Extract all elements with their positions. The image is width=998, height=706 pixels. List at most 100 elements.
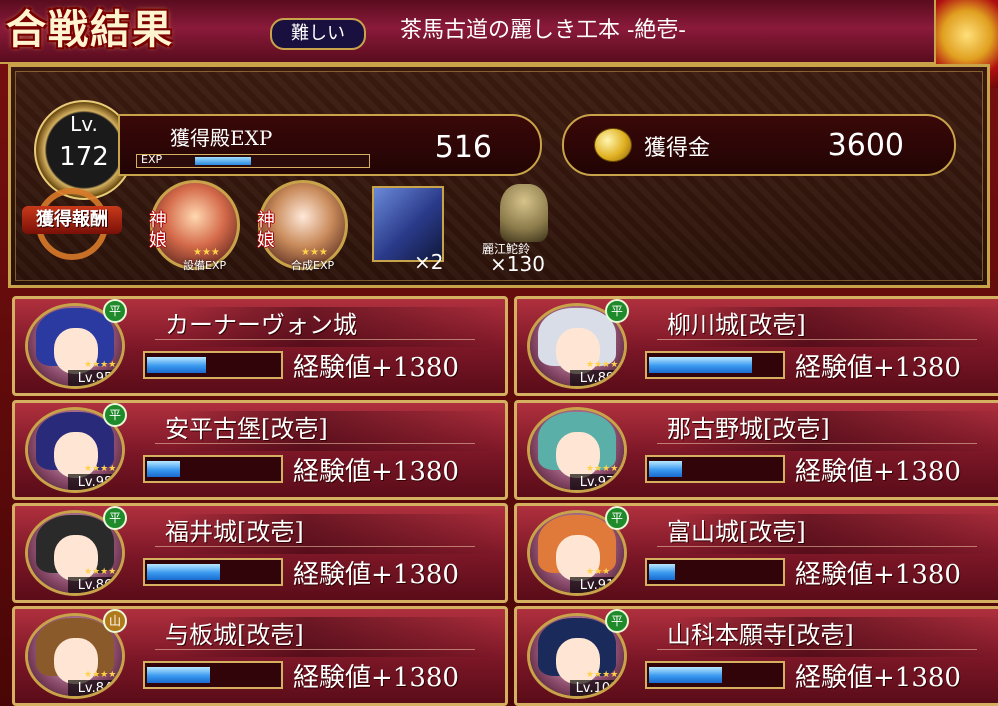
castle-exp-bar-fill <box>649 357 752 373</box>
rarity-stars: ★★★ <box>586 567 611 577</box>
castle-level: Lv.86 <box>68 577 122 593</box>
rarity-stars: ★★★★★ <box>84 567 125 577</box>
castle-card[interactable]: ★★★ Lv.91 改 平 富山城[改壱] 経験値+1380 <box>514 503 998 603</box>
reward-badge: 獲得報酬 <box>22 188 122 260</box>
castle-name: 富山城[改壱] <box>667 518 806 546</box>
result-title: 合戦結果 <box>6 6 174 53</box>
name-divider <box>657 546 977 547</box>
castle-name: 福井城[改壱] <box>165 518 304 546</box>
rarity-stars: ★★★★ <box>586 464 619 474</box>
difficulty-badge: 難しい <box>270 18 366 50</box>
gold-value: 3600 <box>827 128 904 163</box>
shinko-kanji: 神娘 <box>149 210 167 251</box>
name-divider <box>155 339 475 340</box>
lord-exp-value: 516 <box>434 130 492 165</box>
castle-exp-bar-fill <box>649 667 722 683</box>
lord-exp-panel: 獲得殿EXP 516 EXP <box>118 114 542 176</box>
castle-card[interactable]: ★★★★ Lv.97 改 那古野城[改壱] 経験値+1380 <box>514 400 998 500</box>
castle-exp-bar <box>645 351 785 379</box>
castle-name: 与板城[改壱] <box>165 621 304 649</box>
kai-mark: 改 <box>544 380 558 386</box>
castle-exp-bar-fill <box>147 667 210 683</box>
lord-exp-title: 獲得殿EXP <box>170 126 273 150</box>
castle-exp-bar <box>143 661 283 689</box>
kai-mark: 改 <box>544 690 558 696</box>
rarity-stars: ★★★★ <box>84 360 117 370</box>
castle-type-badge: 平 <box>103 506 127 530</box>
kai-mark: 改 <box>42 690 56 696</box>
castle-name: カーナーヴォン城 <box>165 311 357 339</box>
castle-name: 山科本願寺[改壱] <box>667 621 854 649</box>
rarity-stars: ★★★★ <box>586 360 619 370</box>
castle-exp-bar <box>645 558 785 586</box>
castle-level: Lv.91 <box>570 577 624 593</box>
castle-type-badge: 平 <box>605 609 629 633</box>
name-divider <box>155 443 475 444</box>
castle-portrait: ★★★★ Lv.97 改 <box>527 407 627 493</box>
castle-type-badge: 平 <box>103 299 127 323</box>
castle-type-badge: 平 <box>605 299 629 323</box>
castle-level: Lv.97 <box>570 474 624 490</box>
name-divider <box>657 339 977 340</box>
castle-card[interactable]: ★★★★★ Lv.86 改 平 福井城[改壱] 経験値+1380 <box>12 503 508 603</box>
reward-shinko-equip-exp[interactable]: 神娘 ★★★ 設備EXP <box>149 180 240 272</box>
kai-mark: 改 <box>544 587 558 593</box>
castle-card[interactable]: ★★★★ Lv.89 改 平 柳川城[改壱] 経験値+1380 <box>514 296 998 396</box>
castle-exp-gain: 経験値+1380 <box>795 457 961 487</box>
gold-panel: 獲得金 3600 <box>562 114 956 176</box>
reward-caption: 設備EXP <box>183 259 227 272</box>
castle-exp-bar-fill <box>649 461 682 477</box>
castle-exp-gain: 経験値+1380 <box>795 663 961 693</box>
castle-level: Lv.95 <box>68 370 122 386</box>
castle-exp-bar-fill <box>147 357 206 373</box>
book-count: ×2 <box>414 250 444 274</box>
lord-exp-bar: EXP <box>136 153 370 168</box>
lord-exp-bar-fill <box>195 157 251 165</box>
kai-mark: 改 <box>544 484 558 490</box>
kai-mark: 改 <box>42 587 56 593</box>
castle-name: 柳川城[改壱] <box>667 311 806 339</box>
name-divider <box>657 649 977 650</box>
castle-level: Lv.84 <box>68 680 122 696</box>
name-divider <box>155 546 475 547</box>
gold-coin-icon <box>594 128 632 162</box>
kai-mark: 改 <box>42 484 56 490</box>
bell-count: ×130 <box>490 252 545 276</box>
rarity-stars: ★★★★ <box>84 464 117 474</box>
castle-card[interactable]: ★★★★ Lv.98 改 平 安平古堡[改壱] 経験値+1380 <box>12 400 508 500</box>
gold-label: 獲得金 <box>644 136 711 161</box>
name-divider <box>155 649 475 650</box>
castle-level: Lv.101 <box>570 680 624 696</box>
castle-exp-bar-fill <box>147 461 180 477</box>
reward-label: 獲得報酬 <box>22 206 122 234</box>
castle-level: Lv.89 <box>570 370 624 386</box>
castle-card[interactable]: ★★★★ Lv.101 改 平 山科本願寺[改壱] 経験値+1380 <box>514 606 998 706</box>
castle-exp-bar <box>143 558 283 586</box>
result-header: 合戦結果 難しい 茶馬古道の麗しき工本 -絶壱- <box>0 0 998 88</box>
castle-exp-bar-fill <box>649 564 675 580</box>
castle-level: Lv.98 <box>68 474 122 490</box>
rarity-stars: ★★★★ <box>84 670 117 680</box>
castle-exp-gain: 経験値+1380 <box>795 353 961 383</box>
castle-exp-gain: 経験値+1380 <box>293 457 459 487</box>
castle-name: 安平古堡[改壱] <box>165 415 328 443</box>
stage-name: 茶馬古道の麗しき工本 -絶壱- <box>400 18 686 43</box>
castle-exp-gain: 経験値+1380 <box>293 663 459 693</box>
castle-exp-gain: 経験値+1380 <box>293 353 459 383</box>
rarity-stars: ★★★★ <box>586 670 619 680</box>
castle-exp-gain: 経験値+1380 <box>293 560 459 590</box>
castle-type-badge: 平 <box>103 403 127 427</box>
castle-card[interactable]: ★★★★ Lv.84 改 山 与板城[改壱] 経験値+1380 <box>12 606 508 706</box>
castle-type-badge: 平 <box>605 506 629 530</box>
exp-bar-label: EXP <box>141 153 163 166</box>
castle-exp-bar-fill <box>147 564 220 580</box>
castle-exp-bar <box>645 455 785 483</box>
name-divider <box>657 443 977 444</box>
castle-exp-gain: 経験値+1380 <box>795 560 961 590</box>
reward-shinko-merge-exp[interactable]: 神娘 ★★★ 合成EXP <box>257 180 348 272</box>
bronze-bell-icon[interactable] <box>500 184 548 242</box>
reward-caption: 合成EXP <box>291 259 335 272</box>
castle-card[interactable]: ★★★★ Lv.95 平 カーナーヴォン城 経験値+1380 <box>12 296 508 396</box>
castle-name: 那古野城[改壱] <box>667 415 830 443</box>
castle-exp-bar <box>645 661 785 689</box>
